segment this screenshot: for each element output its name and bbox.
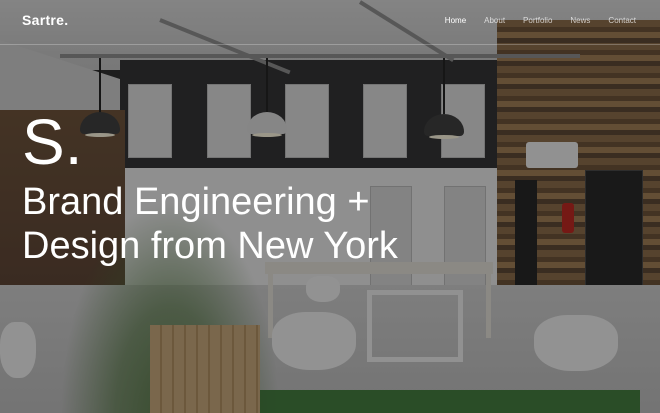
nav-item-portfolio[interactable]: Portfolio (523, 16, 552, 25)
nav-item-news[interactable]: News (570, 16, 590, 25)
nav-item-home[interactable]: Home (445, 16, 466, 25)
nav-item-contact[interactable]: Contact (608, 16, 636, 25)
main-nav: Home About Portfolio News Contact (445, 16, 636, 25)
logo[interactable]: Sartre. (22, 12, 68, 28)
nav-item-about[interactable]: About (484, 16, 505, 25)
site-header: Sartre. Home About Portfolio News Contac… (0, 0, 660, 45)
hero-mark: S. (22, 106, 83, 178)
hero-title: Brand Engineering + Design from New York (22, 181, 398, 267)
page: Sartre. Home About Portfolio News Contac… (0, 0, 660, 413)
